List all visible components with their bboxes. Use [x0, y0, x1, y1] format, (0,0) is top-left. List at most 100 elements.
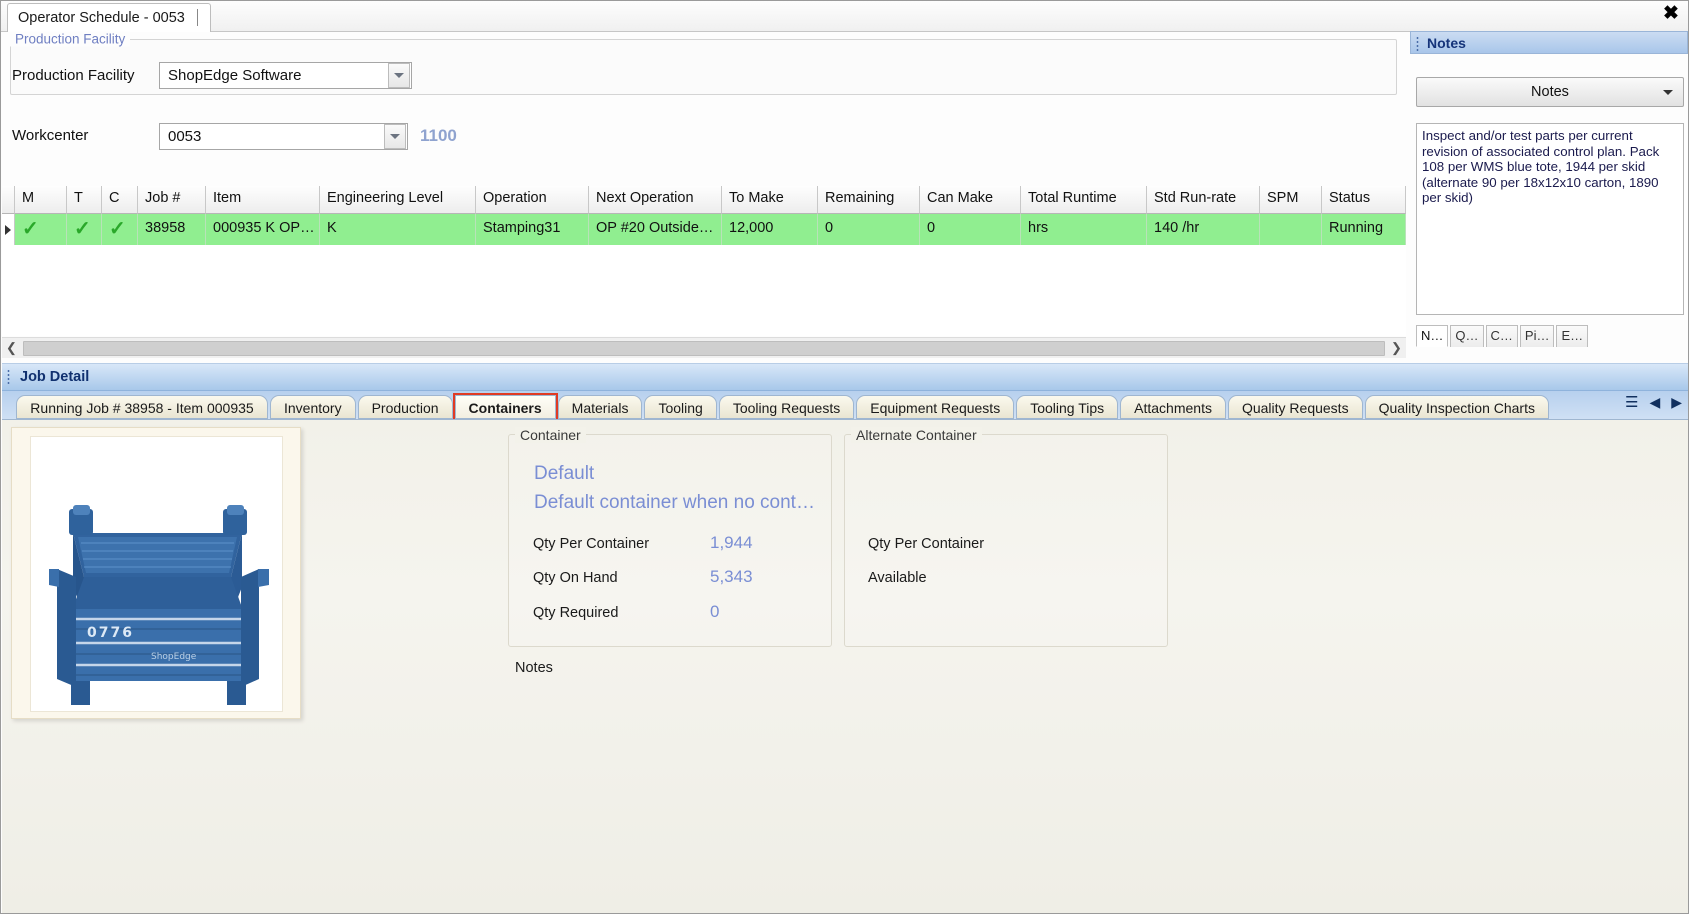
cell-remaining: 0 [818, 214, 920, 245]
container-qty-on-hand-label: Qty On Hand [533, 570, 618, 586]
grid-col-std-run-rate[interactable]: Std Run-rate [1147, 186, 1260, 214]
window-tab-bar: Operator Schedule - 0053 ✖ [1, 1, 1688, 32]
container-qty-required-value: 0 [710, 602, 720, 621]
cell-status: Running [1322, 214, 1406, 245]
chevron-down-icon [1663, 90, 1673, 95]
grid-col-spm[interactable]: SPM [1260, 186, 1322, 214]
window-tab-label: Operator Schedule - 0053 [18, 10, 185, 26]
cell-next-operation: OP #20 Outside… [589, 214, 722, 245]
job-detail-header: Job Detail [2, 363, 1688, 391]
notes-panel: Notes Notes Inspect and/or test parts pe… [1410, 31, 1688, 361]
grip-icon[interactable] [7, 369, 10, 385]
cell-spm [1260, 214, 1322, 245]
cell-m-check[interactable]: ✓ [15, 214, 67, 245]
containers-tab-content: 0776 ShopEdge Container Default Default … [2, 419, 1688, 913]
notes-panel-title: Notes [1427, 35, 1466, 51]
grid-col-to-make[interactable]: To Make [722, 186, 818, 214]
notes-dropdown-label: Notes [1531, 84, 1569, 100]
window-tab-operator-schedule[interactable]: Operator Schedule - 0053 [7, 3, 211, 32]
tab-equipment-requests[interactable]: Equipment Requests [856, 395, 1015, 419]
cell-std-run-rate: 140 /hr [1147, 214, 1260, 245]
tab-navigation: ☰ ◀ ▶ [1625, 393, 1682, 412]
scroll-right-icon[interactable]: ❯ [1387, 338, 1406, 358]
grid-col-can-make[interactable]: Can Make [920, 186, 1021, 214]
notes-textarea[interactable]: Inspect and/or test parts per current re… [1416, 123, 1684, 315]
cell-total-runtime: hrs [1021, 214, 1147, 245]
notes-tab-n[interactable]: N… [1416, 325, 1449, 347]
notes-tab-pi[interactable]: Pi… [1519, 325, 1555, 347]
grid-col-next-operation[interactable]: Next Operation [589, 186, 722, 214]
cell-can-make: 0 [920, 214, 1021, 245]
chevron-down-icon[interactable] [384, 124, 406, 149]
grid-col-m[interactable]: M [15, 186, 67, 214]
notes-dropdown-button[interactable]: Notes [1416, 77, 1684, 107]
grid-col-job[interactable]: Job # [138, 186, 206, 214]
tab-quality-requests[interactable]: Quality Requests [1227, 395, 1363, 419]
svg-text:ShopEdge: ShopEdge [151, 652, 197, 662]
container-name: Default [534, 463, 595, 484]
bin-marking: 0776 [87, 625, 134, 641]
operator-schedule-window: Operator Schedule - 0053 ✖ Production Fa… [0, 0, 1689, 914]
workcenter-value: 0053 [168, 128, 202, 145]
notes-tab-q[interactable]: Q… [1450, 325, 1484, 347]
cell-operation: Stamping31 [476, 214, 589, 245]
tab-quality-inspection-charts[interactable]: Quality Inspection Charts [1364, 395, 1549, 419]
alternate-container-group-legend: Alternate Container [851, 427, 982, 443]
tab-production[interactable]: Production [357, 395, 453, 419]
tab-tooling-requests[interactable]: Tooling Requests [718, 395, 855, 419]
cell-c-check[interactable]: ✓ [102, 214, 138, 245]
scrollbar-thumb[interactable] [23, 340, 1385, 356]
grid-col-total-runtime[interactable]: Total Runtime [1021, 186, 1147, 214]
notes-tab-strip: N… Q… C… Pi… E… [1416, 323, 1684, 347]
grid-horizontal-scrollbar[interactable]: ❮ ❯ [2, 337, 1406, 358]
table-row[interactable]: ✓ ✓ ✓ 38958 000935 K OP… K Stamping31 OP… [2, 214, 1406, 245]
tab-tooling[interactable]: Tooling [644, 395, 717, 419]
notes-tab-e[interactable]: E… [1556, 325, 1589, 347]
container-qty-per-container-value: 1,944 [710, 533, 753, 552]
grid-col-operation[interactable]: Operation [476, 186, 589, 214]
container-photo: 0776 ShopEdge [30, 436, 283, 712]
cell-item: 000935 K OP… [206, 214, 320, 245]
grid-empty-area [2, 245, 1406, 334]
tab-inventory[interactable]: Inventory [270, 395, 356, 419]
schedule-grid[interactable]: M T C Job # Item Engineering Level Opera… [2, 186, 1406, 336]
grid-col-c[interactable]: C [102, 186, 138, 214]
scroll-left-icon[interactable]: ❮ [2, 338, 21, 358]
container-description: Default container when no cont… [534, 492, 815, 513]
tab-running-job[interactable]: Running Job # 38958 - Item 000935 [16, 395, 268, 419]
tab-list-icon[interactable]: ☰ [1625, 393, 1638, 411]
cell-engineering-level: K [320, 214, 476, 245]
chevron-left-icon[interactable]: ◀ [1649, 394, 1660, 411]
notes-tab-c[interactable]: C… [1485, 325, 1518, 347]
chevron-right-icon[interactable]: ▶ [1671, 394, 1682, 411]
container-qty-on-hand-value: 5,343 [710, 567, 753, 586]
grid-col-engineering-level[interactable]: Engineering Level [320, 186, 476, 214]
grid-col-t[interactable]: T [67, 186, 102, 214]
tab-tooling-tips[interactable]: Tooling Tips [1016, 395, 1119, 419]
production-facility-select[interactable]: ShopEdge Software [159, 62, 412, 89]
container-qty-required-label: Qty Required [533, 605, 619, 621]
close-icon[interactable]: ✖ [1660, 4, 1682, 26]
alternate-available-label: Available [868, 570, 927, 586]
tab-containers[interactable]: Containers [452, 393, 558, 421]
tab-attachments[interactable]: Attachments [1120, 395, 1226, 419]
tab-materials[interactable]: Materials [557, 395, 643, 419]
row-indicator-icon [2, 214, 15, 245]
grid-col-status[interactable]: Status [1322, 186, 1406, 214]
grid-col-remaining[interactable]: Remaining [818, 186, 920, 214]
chevron-down-icon[interactable] [388, 63, 410, 88]
cell-t-check[interactable]: ✓ [67, 214, 102, 245]
schedule-grid-header: M T C Job # Item Engineering Level Opera… [2, 186, 1406, 214]
cell-job: 38958 [138, 214, 206, 245]
container-group-legend: Container [515, 427, 586, 443]
production-facility-legend: Production Facility [10, 31, 131, 47]
steel-bin-illustration: 0776 ShopEdge [31, 437, 282, 711]
container-photo-frame: 0776 ShopEdge [11, 427, 301, 719]
grip-icon[interactable] [1416, 36, 1419, 51]
job-detail-tab-strip: Running Job # 38958 - Item 000935 Invent… [2, 391, 1688, 421]
grid-col-item[interactable]: Item [206, 186, 320, 214]
grid-col-rowmark [2, 186, 15, 214]
workcenter-select[interactable]: 0053 [159, 123, 408, 150]
notes-panel-header: Notes [1410, 31, 1688, 54]
workcenter-number: 1100 [420, 126, 457, 145]
